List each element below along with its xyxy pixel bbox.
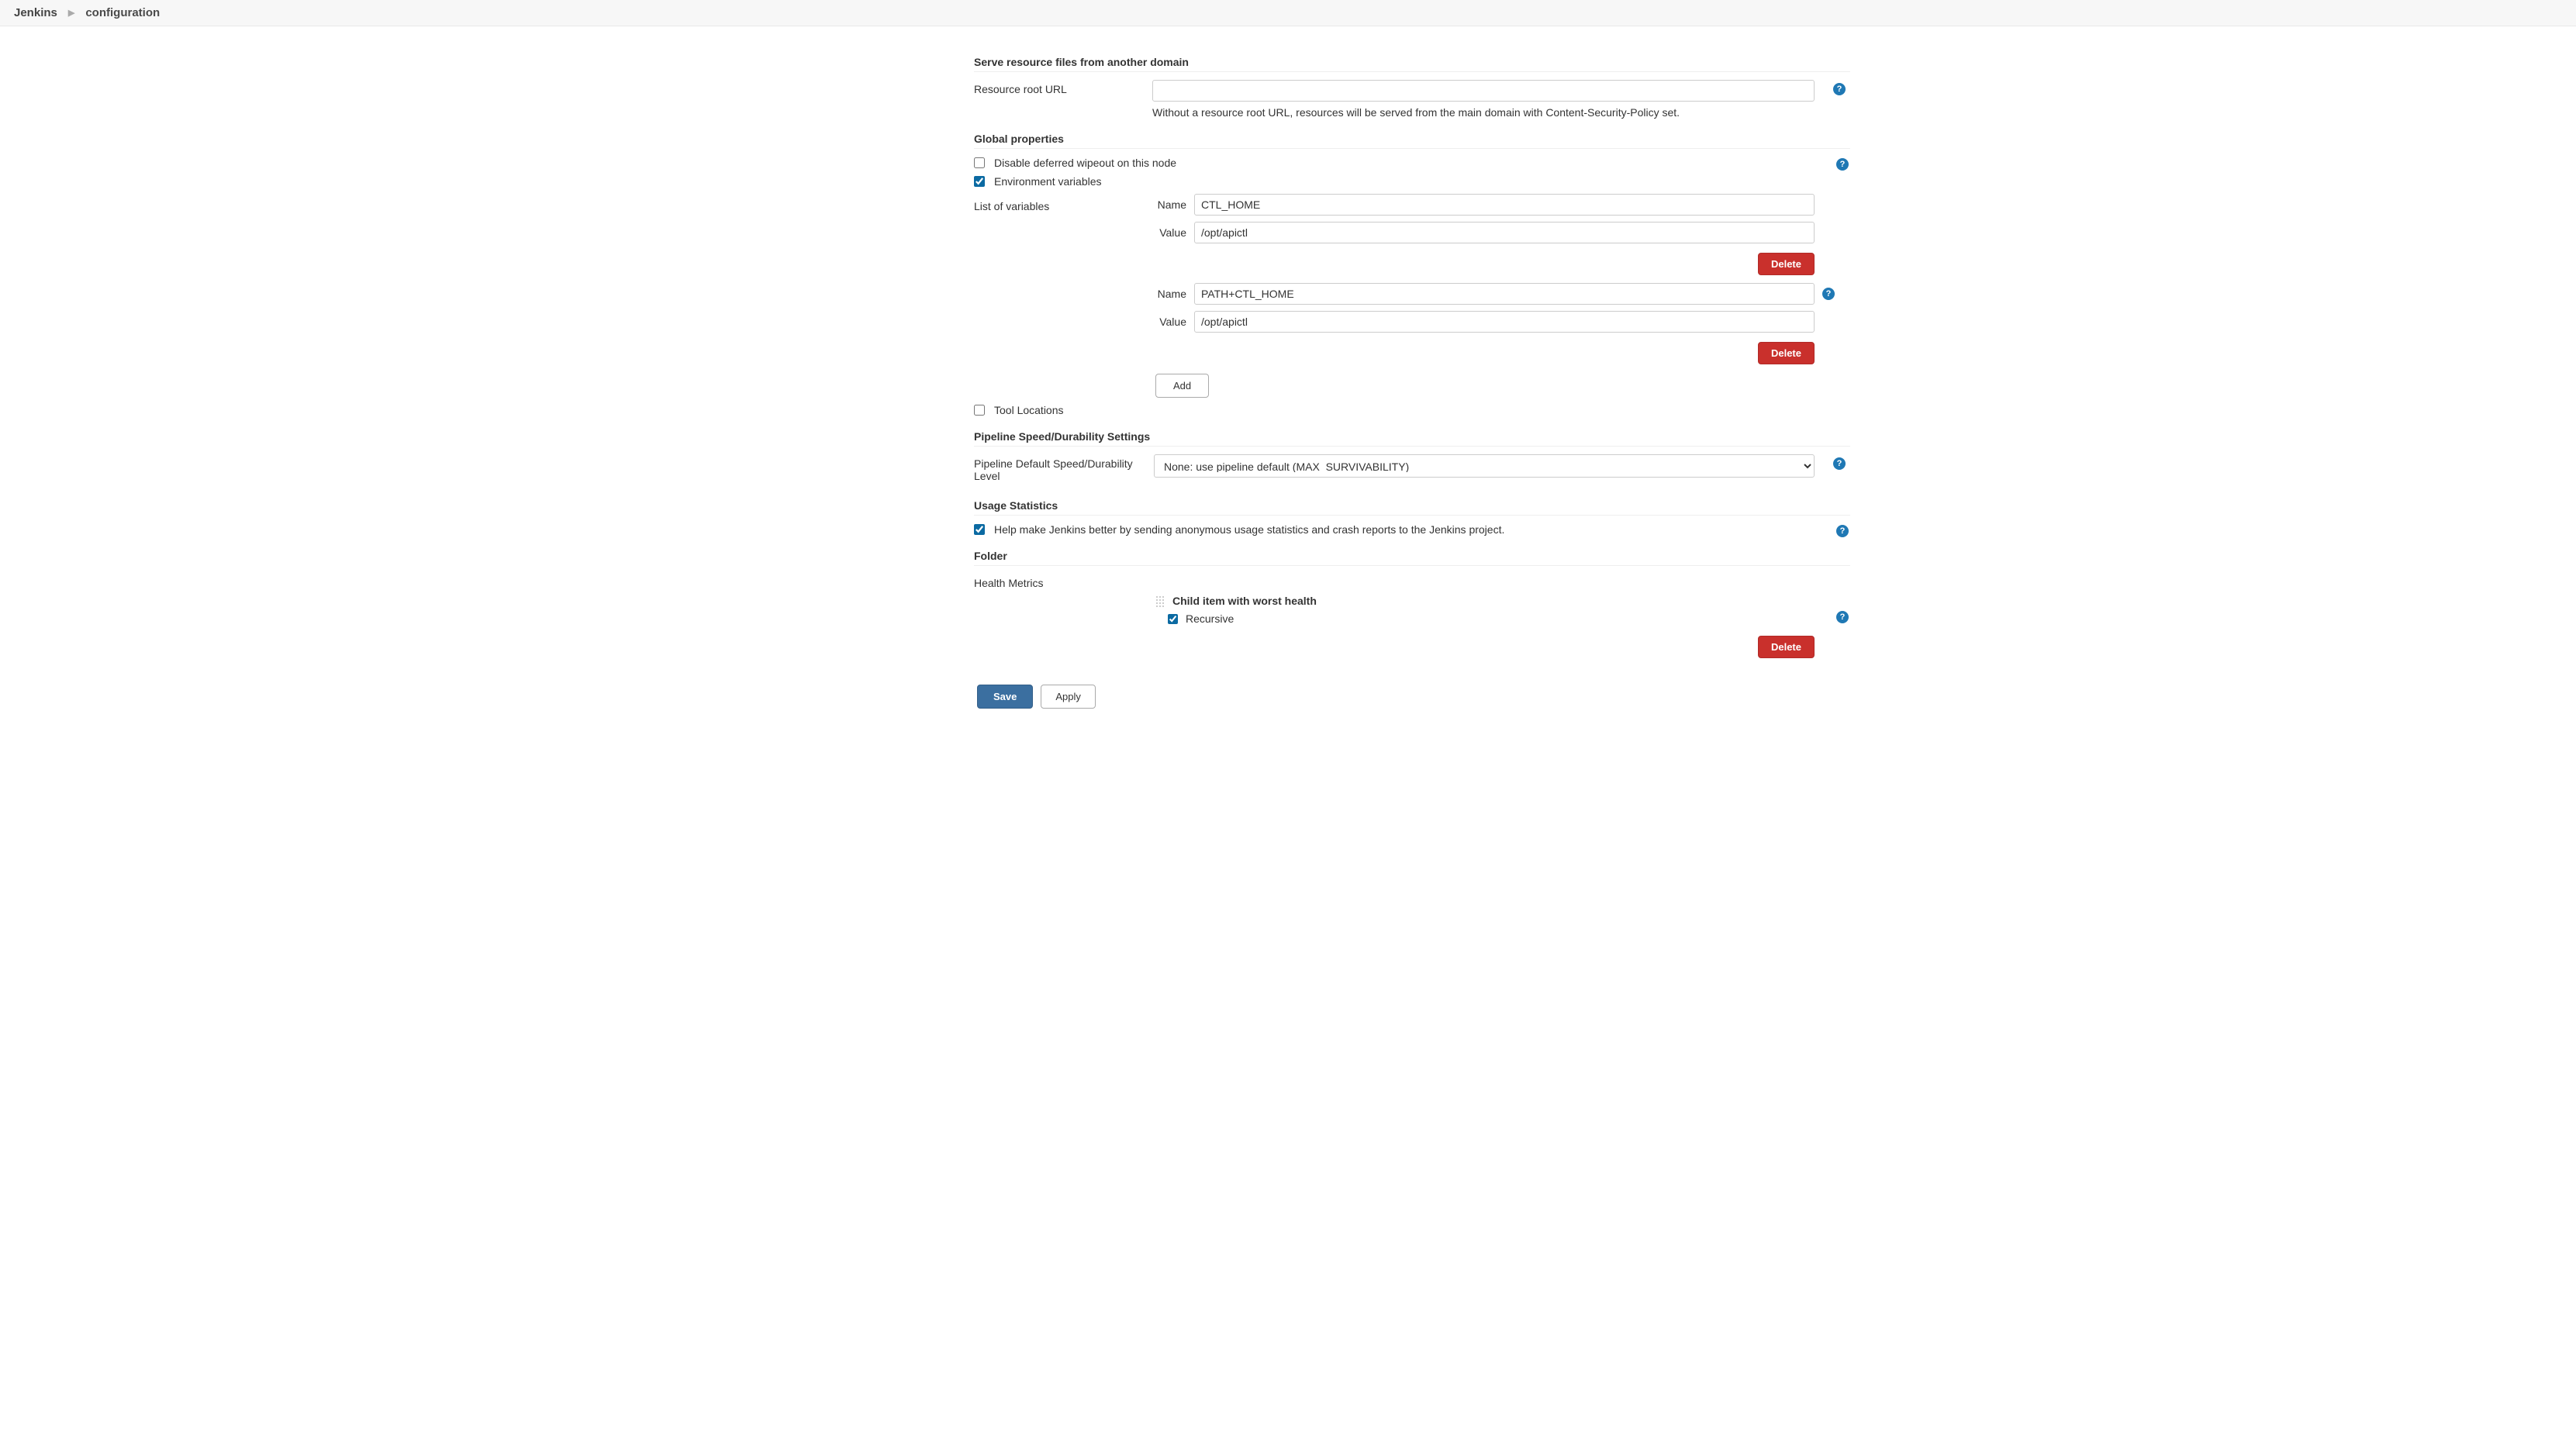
- tool-locations-checkbox[interactable]: [974, 405, 985, 416]
- label-list-variables: List of variables: [974, 194, 1152, 212]
- row-env-vars: Environment variables: [974, 175, 1850, 188]
- save-button[interactable]: Save: [977, 685, 1033, 709]
- env-var-entry: Name Value Delete ?: [1152, 283, 1815, 364]
- env-vars-label: Environment variables: [994, 175, 1102, 188]
- help-icon[interactable]: ?: [1833, 457, 1846, 470]
- label-resource-root-url: Resource root URL: [974, 80, 1152, 95]
- add-var-button[interactable]: Add: [1155, 374, 1209, 398]
- section-folder: Folder: [726, 550, 1850, 562]
- help-icon[interactable]: ?: [1833, 83, 1846, 95]
- section-pipeline: Pipeline Speed/Durability Settings: [726, 430, 1850, 443]
- row-health-metrics: Health Metrics: [974, 574, 1850, 589]
- help-icon[interactable]: ?: [1822, 288, 1835, 300]
- resource-root-url-input[interactable]: [1152, 80, 1815, 102]
- form-actions: Save Apply: [977, 685, 1850, 709]
- delete-var-button[interactable]: Delete: [1758, 253, 1815, 275]
- delete-var-button[interactable]: Delete: [1758, 342, 1815, 364]
- section-rule: [974, 515, 1850, 516]
- recursive-checkbox[interactable]: [1168, 614, 1178, 624]
- row-resource-root-url: Resource root URL Without a resource roo…: [974, 80, 1850, 119]
- section-usage: Usage Statistics: [726, 499, 1850, 512]
- help-icon[interactable]: ?: [1836, 611, 1849, 623]
- help-icon[interactable]: ?: [1836, 525, 1849, 537]
- row-usage-stats: Help make Jenkins better by sending anon…: [974, 523, 1850, 536]
- disable-wipeout-checkbox[interactable]: [974, 157, 985, 168]
- section-global-properties: Global properties: [726, 133, 1850, 145]
- label-value: Value: [1152, 316, 1186, 328]
- breadcrumb: Jenkins ▶ configuration: [0, 0, 2576, 26]
- usage-stats-checkbox[interactable]: [974, 524, 985, 535]
- resource-root-url-hint: Without a resource root URL, resources w…: [1152, 106, 1815, 119]
- breadcrumb-root[interactable]: Jenkins: [14, 6, 57, 19]
- section-rule: [974, 71, 1850, 72]
- disable-wipeout-label: Disable deferred wipeout on this node: [994, 157, 1176, 169]
- section-rule: [974, 446, 1850, 447]
- section-serve-resource: Serve resource files from another domain: [726, 56, 1850, 68]
- env-var-value-input[interactable]: [1194, 222, 1815, 243]
- row-disable-wipeout: Disable deferred wipeout on this node ?: [974, 157, 1850, 169]
- config-form: Serve resource files from another domain…: [726, 26, 1850, 740]
- row-tool-locations: Tool Locations: [974, 404, 1850, 416]
- tool-locations-label: Tool Locations: [994, 404, 1064, 416]
- row-pipeline-level: Pipeline Default Speed/Durability Level …: [974, 454, 1850, 482]
- pipeline-level-select[interactable]: None: use pipeline default (MAX_SURVIVAB…: [1154, 454, 1815, 478]
- row-var-list: List of variables Name Value Delete Name: [974, 194, 1850, 369]
- env-var-name-input[interactable]: [1194, 194, 1815, 216]
- help-icon[interactable]: ?: [1836, 158, 1849, 171]
- breadcrumb-current[interactable]: configuration: [85, 6, 160, 19]
- apply-button[interactable]: Apply: [1041, 685, 1096, 709]
- label-health-metrics: Health Metrics: [974, 574, 1152, 589]
- label-pipeline-level: Pipeline Default Speed/Durability Level: [974, 454, 1154, 482]
- env-var-name-input[interactable]: [1194, 283, 1815, 305]
- recursive-label: Recursive: [1186, 612, 1234, 625]
- section-rule: [974, 148, 1850, 149]
- label-value: Value: [1152, 226, 1186, 239]
- metric-title: Child item with worst health: [1172, 595, 1317, 607]
- label-name: Name: [1152, 288, 1186, 300]
- label-name: Name: [1152, 198, 1186, 211]
- chevron-right-icon: ▶: [68, 8, 74, 18]
- delete-metric-button[interactable]: Delete: [1758, 636, 1815, 658]
- health-metric-block: Child item with worst health Recursive ?…: [1155, 594, 1850, 658]
- env-var-value-input[interactable]: [1194, 311, 1815, 333]
- section-rule: [974, 565, 1850, 566]
- env-var-entry: Name Value Delete: [1152, 194, 1815, 275]
- usage-stats-label: Help make Jenkins better by sending anon…: [994, 523, 1504, 536]
- drag-handle-icon[interactable]: [1155, 595, 1165, 608]
- env-vars-checkbox[interactable]: [974, 176, 985, 187]
